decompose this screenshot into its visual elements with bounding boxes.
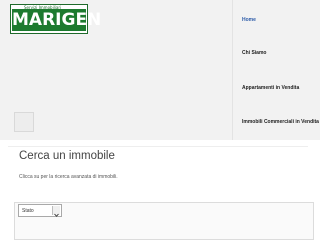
nav-divider (232, 0, 233, 140)
site-logo[interactable]: Servizi Immobiliari MARIGEN (10, 4, 102, 36)
menu-toggle-button[interactable] (14, 112, 34, 132)
nav-item-chi-siamo[interactable]: Chi Siamo (242, 50, 266, 57)
main-content: Cerca un immobile Clicca su per la ricer… (0, 140, 320, 240)
stato-select-value: Stato (22, 208, 34, 214)
logo-wordmark: MARIGEN (12, 9, 102, 31)
stato-select[interactable]: Stato (18, 204, 62, 217)
search-intro-text: Clicca su per la ricerca avanzata di imm… (19, 174, 118, 180)
nav-item-home[interactable]: Home (242, 17, 256, 24)
content-divider (8, 146, 308, 147)
page-title: Cerca un immobile (19, 150, 115, 162)
nav-item-immobili-commerciali[interactable]: Immobili Commerciali in Vendita (242, 119, 319, 126)
chevron-down-icon[interactable] (52, 206, 60, 217)
site-header: Servizi Immobiliari MARIGEN Home Chi Sia… (0, 0, 320, 140)
nav-item-appartamenti-in-vendita[interactable]: Appartamenti in Vendita (242, 85, 299, 92)
